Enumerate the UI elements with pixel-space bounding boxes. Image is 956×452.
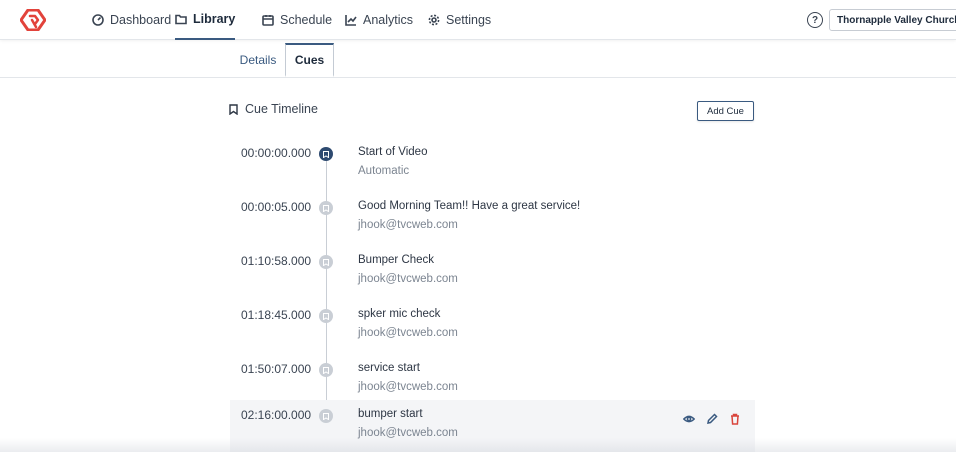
cue-time: 02:16:00.000 bbox=[241, 408, 312, 422]
organization-name: Thornapple Valley Church bbox=[837, 14, 956, 26]
nav-schedule[interactable]: Schedule bbox=[262, 0, 332, 40]
cue-marker-icon bbox=[319, 147, 333, 161]
cue-time: 01:10:58.000 bbox=[241, 254, 312, 268]
cue-name: Start of Video bbox=[358, 146, 428, 158]
content-tabs: Details Cues bbox=[0, 40, 956, 78]
nav-analytics[interactable]: Analytics bbox=[345, 0, 413, 40]
cue-author: jhook@tvcweb.com bbox=[358, 273, 458, 285]
gear-icon bbox=[428, 14, 440, 26]
cue-row[interactable]: 00:00:05.000 Good Morning Team!! Have a … bbox=[230, 192, 755, 246]
nav-analytics-label: Analytics bbox=[363, 13, 414, 27]
cue-name: Bumper Check bbox=[358, 254, 435, 266]
cue-marker-icon bbox=[319, 255, 333, 269]
cue-time: 01:18:45.000 bbox=[241, 308, 312, 322]
cue-row[interactable]: 01:18:45.000 spker mic check jhook@tvcwe… bbox=[230, 300, 755, 354]
bottom-shade bbox=[0, 438, 956, 452]
cue-row[interactable]: 00:00:00.000 Start of Video Automatic bbox=[230, 138, 755, 192]
tab-details-label: Details bbox=[239, 53, 277, 67]
cue-time: 01:50:07.000 bbox=[241, 362, 312, 376]
gauge-icon bbox=[92, 14, 104, 26]
cue-time: 00:00:00.000 bbox=[241, 146, 312, 160]
eye-icon[interactable] bbox=[683, 413, 695, 425]
cue-timeline-heading: Cue Timeline bbox=[229, 102, 318, 116]
cue-author: Automatic bbox=[358, 165, 410, 177]
cue-author: jhook@tvcweb.com bbox=[358, 327, 458, 339]
cue-marker-icon bbox=[319, 201, 333, 215]
nav-library[interactable]: Library bbox=[175, 0, 236, 40]
cue-time: 00:00:05.000 bbox=[241, 200, 312, 214]
calendar-icon bbox=[262, 15, 274, 26]
cue-name: Good Morning Team!! Have a great service… bbox=[358, 200, 581, 212]
organization-select[interactable]: Thornapple Valley Church A bbox=[829, 9, 956, 31]
cue-row[interactable]: 01:10:58.000 Bumper Check jhook@tvcweb.c… bbox=[230, 246, 755, 300]
bookmark-icon bbox=[229, 103, 238, 115]
edit-icon[interactable] bbox=[706, 413, 718, 425]
nav-schedule-label: Schedule bbox=[280, 13, 333, 27]
trash-icon[interactable] bbox=[729, 413, 741, 425]
cue-name: service start bbox=[358, 362, 420, 374]
tab-cues-label: Cues bbox=[294, 53, 325, 67]
nav-settings[interactable]: Settings bbox=[428, 0, 491, 40]
folder-icon bbox=[175, 14, 187, 25]
cue-actions bbox=[683, 413, 741, 425]
cue-timeline-title: Cue Timeline bbox=[245, 102, 318, 116]
tab-details[interactable]: Details bbox=[232, 43, 284, 77]
chart-icon bbox=[345, 15, 357, 26]
cue-marker-icon bbox=[319, 309, 333, 323]
nav-dashboard-label: Dashboard bbox=[110, 13, 172, 27]
brand-logo-icon[interactable] bbox=[20, 9, 46, 31]
nav-settings-label: Settings bbox=[446, 13, 492, 27]
cue-author: jhook@tvcweb.com bbox=[358, 219, 458, 231]
nav-library-label: Library bbox=[193, 12, 236, 26]
cue-author: jhook@tvcweb.com bbox=[358, 381, 458, 393]
cue-name: spker mic check bbox=[358, 308, 441, 320]
cue-marker-icon bbox=[319, 409, 333, 423]
tab-cues[interactable]: Cues bbox=[285, 43, 334, 77]
cue-marker-icon bbox=[319, 363, 333, 377]
cue-name: bumper start bbox=[358, 408, 423, 420]
help-icon[interactable]: ? bbox=[807, 12, 823, 28]
top-nav: Dashboard Library Schedule Analytics Set… bbox=[0, 0, 956, 40]
add-cue-button[interactable]: Add Cue bbox=[697, 101, 754, 121]
nav-dashboard[interactable]: Dashboard bbox=[92, 0, 171, 40]
